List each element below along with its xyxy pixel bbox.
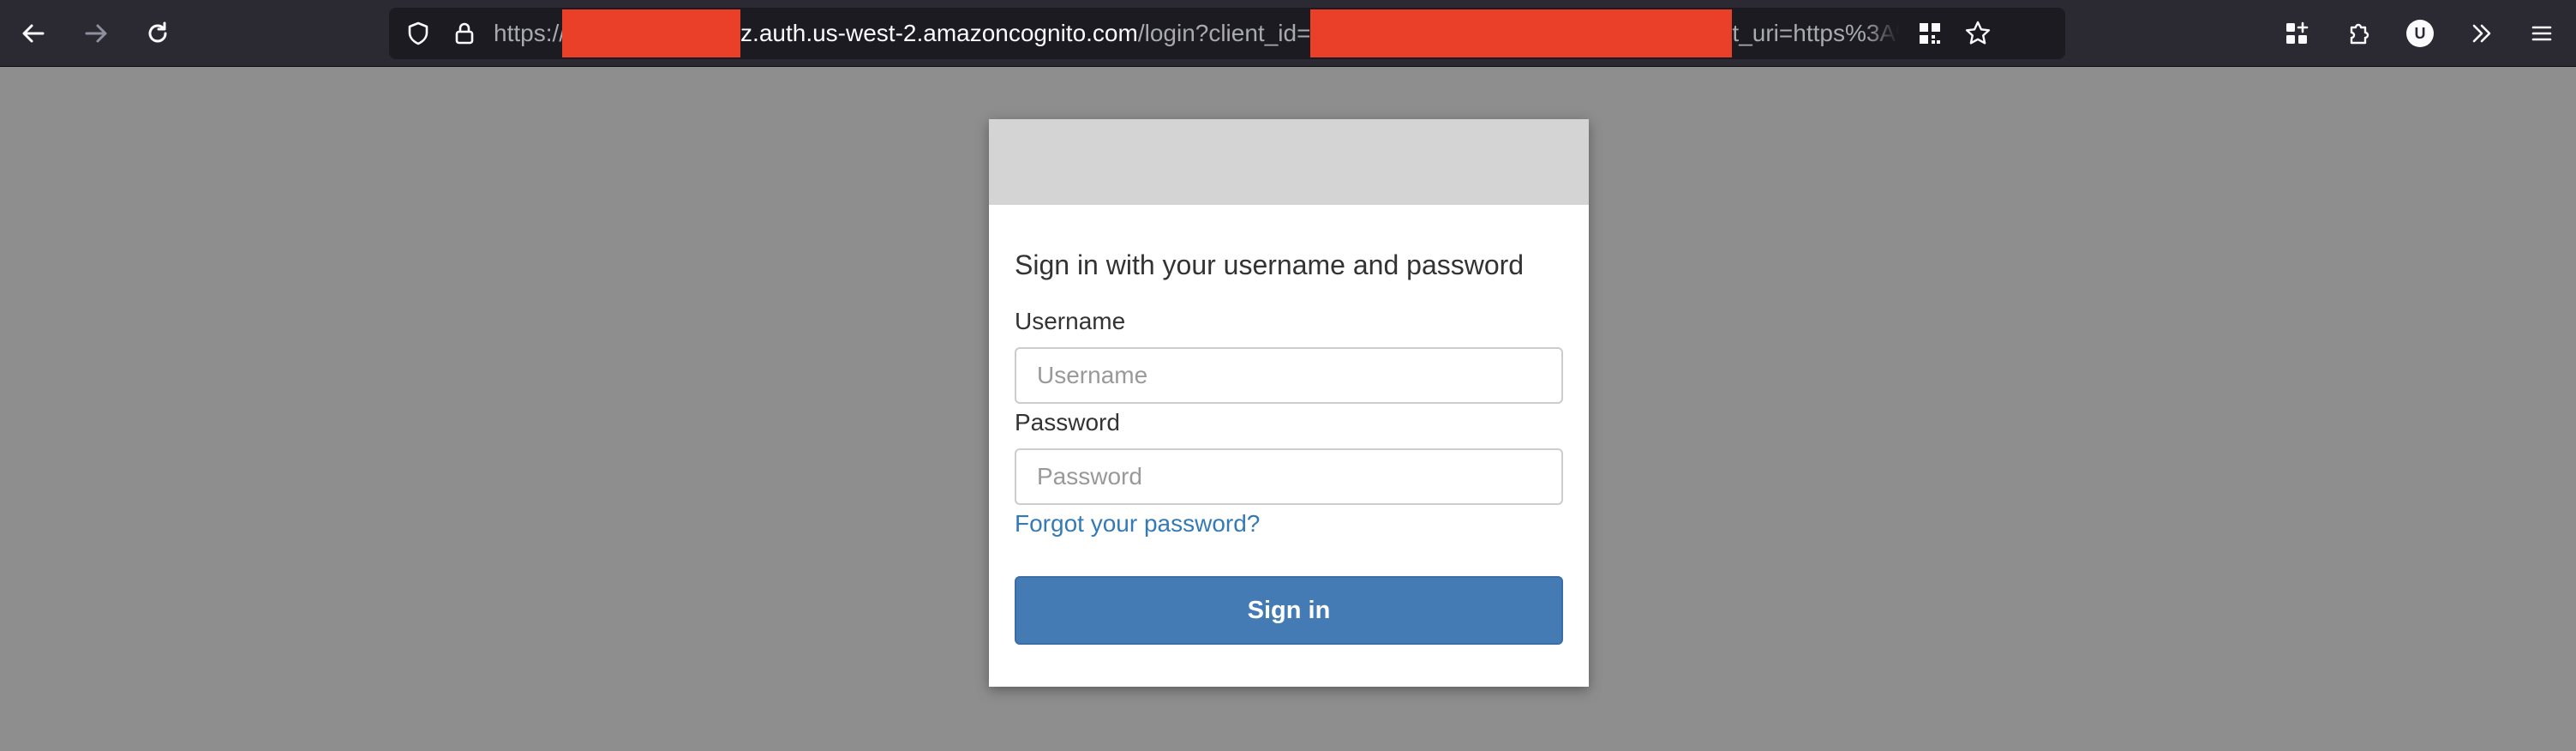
signin-button[interactable]: Sign in: [1015, 576, 1563, 645]
browser-toolbar: https://cz.auth.us-west-2.amazoncognito.…: [0, 0, 2576, 67]
profile-initial: U: [2415, 25, 2426, 42]
username-label: Username: [1015, 308, 1126, 334]
chevron-double-right-icon: [2468, 20, 2495, 47]
extensions-grid-icon: [2283, 20, 2310, 47]
url-text[interactable]: https://cz.auth.us-west-2.amazoncognito.…: [494, 8, 1899, 59]
profile-button[interactable]: U: [2399, 13, 2441, 54]
signin-card: Sign in with your username and password …: [989, 119, 1589, 687]
back-arrow-icon: [20, 20, 47, 47]
card-header-banner: [989, 119, 1589, 205]
lock-icon[interactable]: [451, 20, 478, 47]
overflow-button[interactable]: [2461, 13, 2502, 54]
back-button[interactable]: [13, 13, 54, 54]
forward-button[interactable]: [75, 13, 117, 54]
puzzle-icon: [2345, 20, 2372, 47]
profile-avatar-icon: U: [2405, 19, 2435, 48]
hamburger-menu-icon: [2530, 21, 2554, 45]
username-input[interactable]: [1015, 347, 1563, 404]
star-icon[interactable]: [1964, 20, 1992, 47]
signin-title: Sign in with your username and password: [1015, 249, 1525, 280]
password-label: Password: [1015, 409, 1120, 436]
url-fade: [1865, 8, 1899, 59]
url-scheme: https://: [494, 20, 566, 46]
shield-icon[interactable]: [404, 20, 432, 47]
redacted-subdomain-block: [562, 9, 741, 57]
reload-icon: [144, 20, 171, 47]
reload-button[interactable]: [137, 13, 178, 54]
menu-button[interactable]: [2523, 13, 2561, 54]
password-input[interactable]: [1015, 448, 1563, 505]
qr-code-icon[interactable]: [1916, 20, 1944, 47]
addons-button[interactable]: [2338, 13, 2379, 54]
url-host: z.auth.us-west-2.amazoncognito.com: [740, 20, 1138, 46]
forgot-password-link[interactable]: Forgot your password?: [1015, 509, 1260, 538]
extensions-button[interactable]: [2276, 13, 2317, 54]
address-bar[interactable]: https://cz.auth.us-west-2.amazoncognito.…: [389, 8, 2065, 59]
redacted-client-id-block: [1310, 9, 1733, 57]
url-path: /login?client_id=: [1137, 20, 1311, 46]
forward-arrow-icon: [82, 20, 110, 47]
